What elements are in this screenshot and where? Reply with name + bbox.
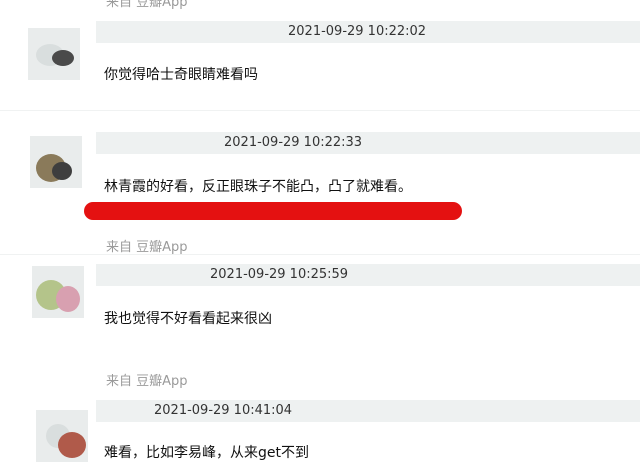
avatar[interactable] xyxy=(30,136,82,188)
comment-text: 难看，比如李易峰，从来get不到 xyxy=(104,445,309,461)
comment-text: 我也觉得不好看看起来很凶 xyxy=(104,311,272,327)
comment-timestamp-bar: 2021-09-29 10:22:33 xyxy=(96,132,640,154)
comment-timestamp: 2021-09-29 10:22:33 xyxy=(224,135,363,150)
avatar[interactable] xyxy=(36,410,88,462)
source-label: 来自 豆瓣App xyxy=(106,374,188,389)
avatar[interactable] xyxy=(32,266,84,318)
comment-timestamp: 2021-09-29 10:22:02 xyxy=(288,24,427,39)
avatar[interactable] xyxy=(28,28,80,80)
comment-timestamp-bar: 2021-09-29 10:41:04 xyxy=(96,400,640,422)
red-highlight-underline xyxy=(84,202,462,220)
comment-text: 林青霞的好看，反正眼珠子不能凸，凸了就难看。 xyxy=(104,179,412,195)
comment-timestamp: 2021-09-29 10:41:04 xyxy=(154,403,293,418)
comment-timestamp-bar: 2021-09-29 10:22:02 xyxy=(96,21,640,43)
source-label: 来自 豆瓣App xyxy=(106,240,188,255)
comment-text: 你觉得哈士奇眼睛难看吗 xyxy=(104,67,258,83)
comment-timestamp: 2021-09-29 10:25:59 xyxy=(210,267,349,282)
comment-timestamp-bar: 2021-09-29 10:25:59 xyxy=(96,264,640,286)
source-label: 来自 豆瓣App xyxy=(106,0,188,10)
